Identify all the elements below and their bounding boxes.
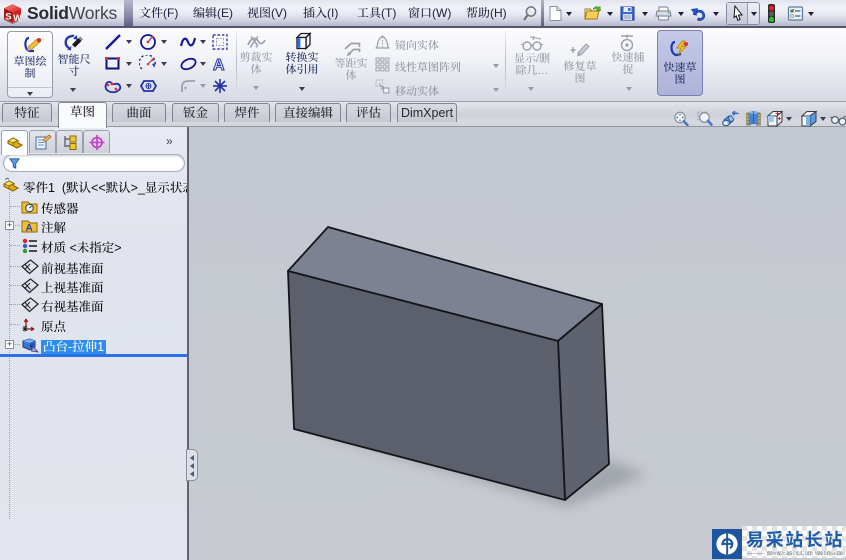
- svg-text:W: W: [13, 13, 22, 23]
- svg-text:S: S: [5, 12, 11, 23]
- svg-text:A: A: [26, 223, 33, 233]
- svg-text:A: A: [213, 57, 225, 73]
